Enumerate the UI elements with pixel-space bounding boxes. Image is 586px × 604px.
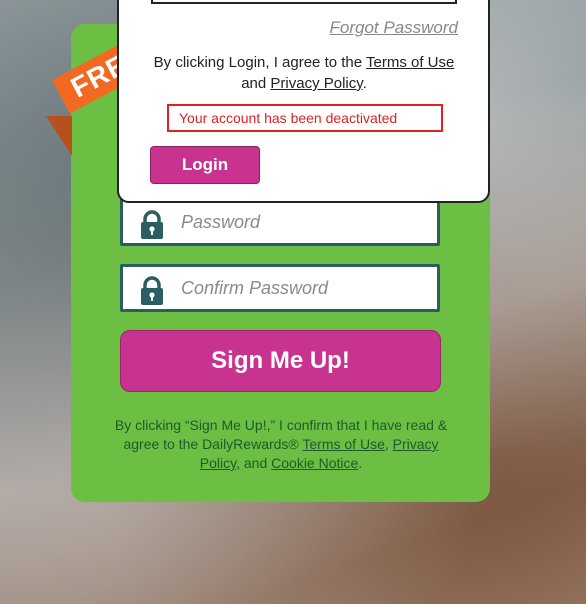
signup-consent-text: By clicking “Sign Me Up!,” I confirm tha… (110, 416, 452, 473)
confirm-password-field[interactable] (120, 264, 440, 312)
login-privacy-link[interactable]: Privacy Policy (270, 75, 362, 92)
password-field[interactable] (120, 198, 440, 246)
lock-icon (141, 210, 163, 239)
forgot-password-link[interactable]: Forgot Password (330, 18, 459, 38)
consent-sep: , and (236, 455, 272, 471)
agree-prefix: By clicking Login, I agree to the (153, 54, 366, 71)
consent-sep: , (384, 436, 393, 452)
ribbon-fold (46, 116, 72, 156)
login-modal: Forgot Password By clicking Login, I agr… (117, 0, 490, 203)
agree-suffix: . (362, 75, 367, 92)
agree-mid: and (241, 75, 271, 92)
modal-input-bottom-edge (151, 0, 457, 4)
consent-suffix: . (358, 455, 363, 471)
login-agreement-text: By clicking Login, I agree to the Terms … (139, 52, 469, 94)
confirm-password-input[interactable] (181, 267, 431, 309)
password-input[interactable] (181, 201, 431, 243)
sign-me-up-button[interactable]: Sign Me Up! (120, 330, 441, 392)
terms-link[interactable]: Terms of Use (302, 436, 384, 452)
login-button[interactable]: Login (150, 146, 260, 184)
lock-icon (141, 276, 163, 305)
login-terms-link[interactable]: Terms of Use (366, 54, 454, 71)
cookie-notice-link[interactable]: Cookie Notice (271, 455, 358, 471)
error-message: Your account has been deactivated (167, 104, 443, 132)
